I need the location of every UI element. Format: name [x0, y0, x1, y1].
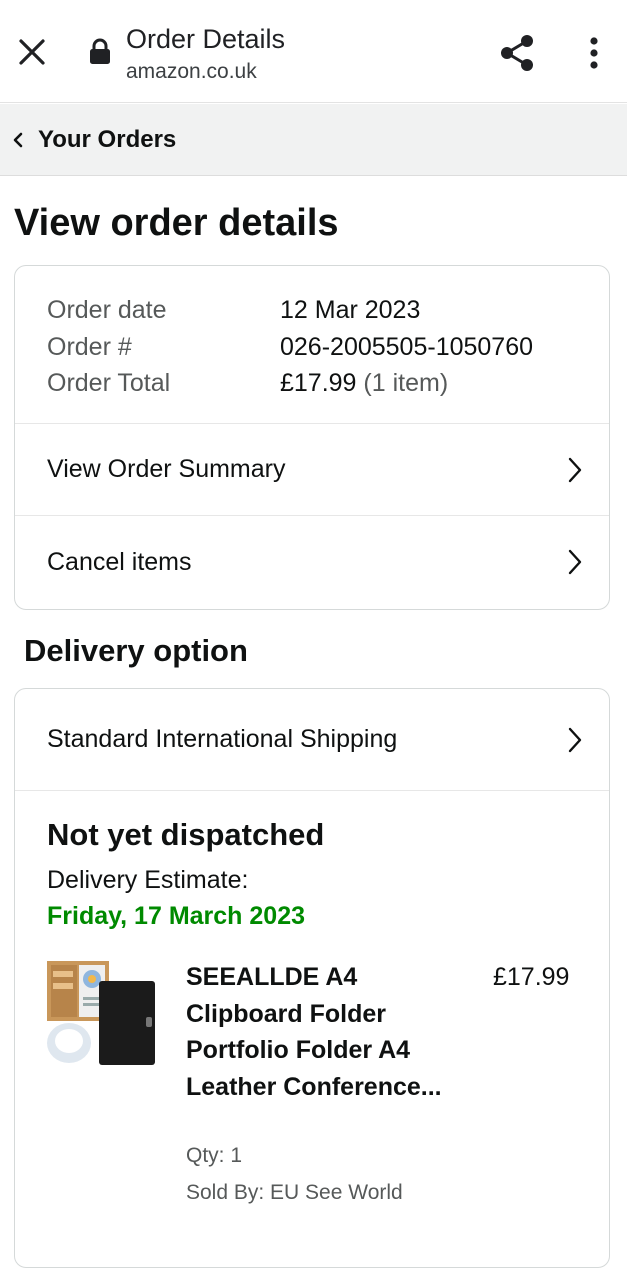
- view-order-summary-link[interactable]: View Order Summary: [15, 424, 609, 516]
- order-total-row: Order Total £17.99 (1 item): [47, 365, 577, 402]
- share-icon: [501, 35, 533, 71]
- cancel-items-label: Cancel items: [47, 547, 192, 576]
- breadcrumb[interactable]: Your Orders: [0, 104, 627, 176]
- cancel-items-link[interactable]: Cancel items: [15, 516, 609, 608]
- order-number-row: Order # 026-2005505-1050760: [47, 329, 577, 366]
- page-heading: View order details: [14, 202, 339, 244]
- order-total-label: Order Total: [47, 369, 171, 397]
- product-image[interactable]: [47, 961, 157, 1067]
- lock-icon: [88, 38, 112, 66]
- order-date-label: Order date: [47, 296, 167, 324]
- delivery-card: Standard International Shipping Not yet …: [14, 688, 610, 1268]
- order-date-row: Order date 12 Mar 2023: [47, 292, 577, 329]
- chevron-right-icon: [567, 455, 585, 485]
- shipping-option-label: Standard International Shipping: [47, 725, 398, 753]
- order-total-amount: £17.99: [280, 369, 357, 397]
- delivery-heading: Delivery option: [24, 633, 248, 668]
- order-info-card: Order date 12 Mar 2023 Order # 026-20055…: [14, 265, 610, 610]
- delivery-estimate-label: Delivery Estimate:: [47, 866, 249, 894]
- page-title: Order Details: [126, 24, 286, 54]
- order-item-count: (1 item): [363, 369, 449, 397]
- view-order-summary-label: View Order Summary: [47, 455, 286, 483]
- more-vert-icon: [590, 37, 598, 69]
- page-info[interactable]: Order Details amazon.co.uk: [126, 22, 285, 86]
- order-date-value: 12 Mar 2023: [280, 296, 421, 324]
- browser-toolbar: Order Details amazon.co.uk: [0, 0, 627, 103]
- product-quantity: Qty: 1: [186, 1144, 243, 1167]
- shipment-status: Not yet dispatched: [47, 817, 325, 852]
- order-number-label: Order #: [47, 332, 132, 361]
- order-info: Order date 12 Mar 2023 Order # 026-20055…: [15, 266, 609, 424]
- delivery-estimate-date: Friday, 17 March 2023: [47, 902, 306, 930]
- product-title[interactable]: SEEALLDE A4 Clipboard Folder Portfolio F…: [186, 959, 466, 1105]
- breadcrumb-your-orders[interactable]: Your Orders: [38, 126, 176, 154]
- close-icon: [19, 39, 45, 65]
- product-price: £17.99: [493, 963, 570, 991]
- more-options-button[interactable]: [578, 32, 610, 74]
- order-number-value: 026-2005505-1050760: [280, 332, 534, 361]
- chevron-right-icon: [567, 725, 585, 755]
- order-total-value: £17.99 (1 item): [280, 365, 448, 402]
- close-button[interactable]: [12, 32, 52, 72]
- product-seller: Sold By: EU See World: [186, 1181, 403, 1204]
- share-button[interactable]: [496, 32, 538, 74]
- shipping-option-link[interactable]: Standard International Shipping: [15, 689, 609, 791]
- page-url: amazon.co.uk: [126, 60, 257, 83]
- chevron-left-icon: [12, 130, 28, 150]
- chevron-right-icon: [567, 547, 585, 577]
